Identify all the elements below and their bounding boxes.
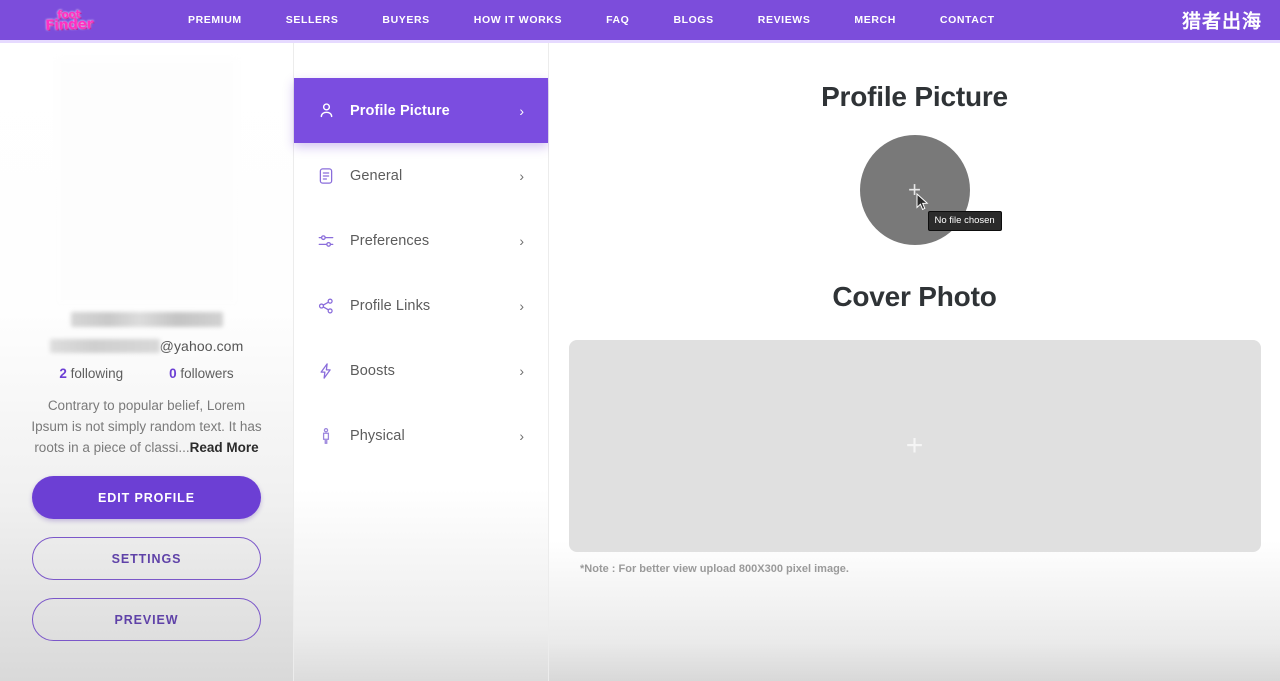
profile-stats: 2 following 0 followers (0, 366, 293, 381)
share-icon (314, 294, 338, 318)
site-logo[interactable]: foot Finder (14, 8, 124, 34)
menu-item-profile-links[interactable]: Profile Links › (294, 273, 548, 338)
chevron-right-icon: › (519, 427, 524, 444)
stat-following-count: 2 (59, 366, 67, 381)
menu-item-preferences[interactable]: Preferences › (294, 208, 548, 273)
plus-icon: + (908, 177, 921, 202)
nav-item-blogs[interactable]: BLOGS (651, 14, 735, 26)
profile-bio: Contrary to popular belief, Lorem Ipsum … (28, 395, 265, 458)
chevron-right-icon: › (519, 232, 524, 249)
profile-email-domain: @yahoo.com (159, 338, 244, 354)
file-chooser-tooltip: No file chosen (927, 211, 1002, 231)
profile-email-prefix-redacted (49, 339, 160, 353)
nav-item-faq[interactable]: FAQ (584, 14, 651, 26)
brand-watermark: 猎者出海 (1181, 10, 1262, 33)
stat-followers-label: followers (180, 366, 234, 381)
stat-following[interactable]: 2 following (59, 366, 123, 381)
profile-picture-heading: Profile Picture (821, 81, 1008, 112)
nav-item-buyers[interactable]: BUYERS (360, 14, 451, 26)
profile-email: @yahoo.com (0, 338, 293, 354)
chevron-right-icon: › (519, 167, 524, 184)
chevron-right-icon: › (519, 362, 524, 379)
cover-photo-heading: Cover Photo (832, 281, 997, 312)
logo-line-2: Finder (45, 16, 94, 34)
settings-menu-panel: Profile Picture › General › Preferences … (293, 43, 549, 681)
nav-item-merch[interactable]: MERCH (832, 14, 918, 26)
cover-photo-upload[interactable]: + (568, 340, 1261, 552)
menu-label-boosts: Boosts (350, 362, 395, 379)
menu-label-general: General (350, 167, 403, 184)
nav-menu: PREMIUM SELLERS BUYERS HOW IT WORKS FAQ … (166, 14, 1017, 26)
nav-item-how-it-works[interactable]: HOW IT WORKS (452, 14, 584, 26)
top-navbar: foot Finder PREMIUM SELLERS BUYERS HOW I… (0, 0, 1280, 40)
content-area: Profile Picture + No file chosen Cover P… (549, 43, 1280, 681)
cover-photo-note: *Note : For better view upload 800X300 p… (580, 563, 849, 575)
chevron-right-icon: › (519, 102, 524, 119)
nav-item-premium[interactable]: PREMIUM (166, 14, 264, 26)
profile-bio-ellipsis: ... (178, 440, 190, 455)
chevron-right-icon: › (519, 297, 524, 314)
menu-label-profile-links: Profile Links (350, 297, 431, 314)
document-icon (314, 164, 338, 188)
menu-item-boosts[interactable]: Boosts › (294, 338, 548, 403)
profile-picture-upload[interactable]: + No file chosen (859, 135, 1002, 245)
nav-item-sellers[interactable]: SELLERS (264, 14, 361, 26)
sliders-icon (314, 229, 338, 253)
menu-label-physical: Physical (350, 427, 405, 444)
page-root: foot Finder PREMIUM SELLERS BUYERS HOW I… (0, 0, 1280, 681)
plus-icon: + (905, 429, 924, 462)
lightning-icon (314, 359, 338, 383)
stat-following-label: following (70, 366, 124, 381)
menu-item-general[interactable]: General › (294, 143, 548, 208)
stat-followers[interactable]: 0 followers (169, 366, 234, 381)
nav-item-reviews[interactable]: REVIEWS (736, 14, 833, 26)
menu-item-physical[interactable]: Physical › (294, 403, 548, 468)
preview-button[interactable]: PREVIEW (32, 598, 261, 641)
nav-item-contact[interactable]: CONTACT (918, 14, 1017, 26)
person-standing-icon (314, 424, 338, 448)
profile-action-buttons: EDIT PROFILE SETTINGS PREVIEW (0, 476, 293, 641)
stat-followers-count: 0 (169, 366, 177, 381)
user-icon (314, 99, 338, 123)
profile-username-redacted (70, 312, 223, 327)
settings-button[interactable]: SETTINGS (32, 537, 261, 580)
menu-label-preferences: Preferences (350, 232, 430, 249)
menu-label-profile-picture: Profile Picture (350, 102, 450, 119)
edit-profile-button[interactable]: EDIT PROFILE (32, 476, 261, 519)
profile-avatar-image (56, 59, 237, 304)
menu-item-profile-picture[interactable]: Profile Picture › (294, 78, 548, 143)
read-more-link[interactable]: Read More (190, 440, 259, 455)
settings-menu-list: Profile Picture › General › Preferences … (294, 43, 548, 468)
profile-sidebar: @yahoo.com 2 following 0 followers Contr… (0, 43, 293, 681)
logo-text: foot Finder (45, 8, 94, 34)
